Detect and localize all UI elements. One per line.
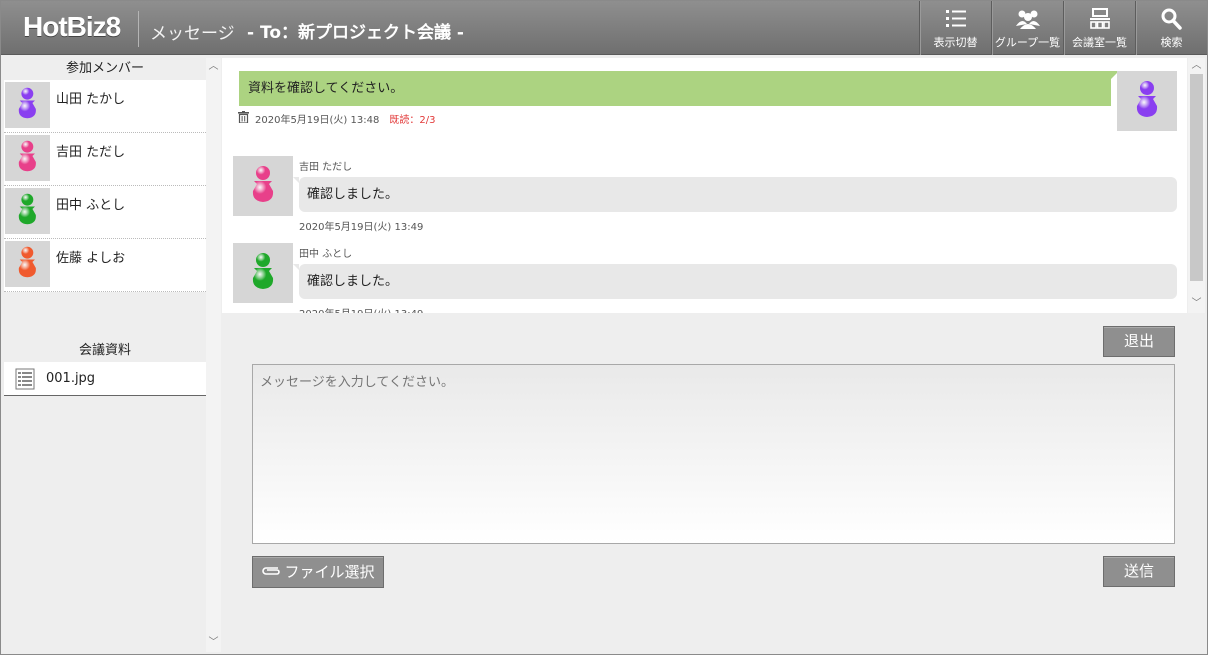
message-item: 田中 ふとし 確認しました。 2020年5月19日(火) 13:49 (232, 243, 1177, 313)
document-icon (15, 368, 35, 390)
member-item[interactable]: 佐藤 よしお (4, 239, 206, 292)
sender-name: 吉田 ただし (299, 162, 353, 173)
group-icon (1015, 7, 1041, 31)
member-avatar (5, 241, 50, 287)
member-name: 佐藤 よしお (56, 251, 126, 266)
document-item[interactable]: 001.jpg (4, 362, 206, 396)
toolbar: 表示切替 グループ一覧 会議室一覧 検索 (919, 1, 1207, 55)
meeting-room-list-button[interactable]: 会議室一覧 (1063, 1, 1135, 55)
own-avatar (1117, 71, 1177, 131)
message-list: 資料を確認してください。 2020年5月19日(火) 13:48 既読：2/3 … (222, 58, 1187, 313)
group-list-label: グループ一覧 (994, 36, 1061, 49)
scroll-up-arrow-icon[interactable]: ︿ (206, 60, 221, 74)
scroll-down-arrow-icon[interactable]: ﹀ (1189, 297, 1204, 311)
search-label: 検索 (1160, 36, 1183, 49)
person-icon (18, 245, 37, 283)
meeting-room-icon (1087, 7, 1113, 31)
person-icon (252, 164, 274, 208)
scroll-up-arrow-icon[interactable]: ︿ (1189, 59, 1204, 73)
message-item: 吉田 ただし 確認しました。 2020年5月19日(火) 13:49 (232, 156, 1177, 241)
app-logo: HotBiz8 (23, 11, 121, 42)
screen-name: メッセージ (150, 24, 235, 44)
member-name: 田中 ふとし (56, 198, 126, 213)
list-icon (943, 7, 969, 31)
member-name: 吉田 ただし (56, 145, 126, 160)
message-bubble: 確認しました。 (293, 264, 1177, 299)
person-icon (252, 251, 274, 295)
search-button[interactable]: 検索 (1135, 1, 1207, 55)
message-input[interactable] (252, 364, 1175, 544)
member-avatar (5, 188, 50, 234)
file-select-button[interactable]: ファイル選択 (252, 556, 384, 588)
person-icon (1136, 79, 1158, 123)
header-bar: HotBiz8 メッセージ - To：新プロジェクト会議 - 表示切替 グループ… (1, 1, 1207, 55)
member-item[interactable]: 吉田 ただし (4, 133, 206, 186)
scrollbar-thumb[interactable] (1190, 74, 1203, 281)
send-button[interactable]: 送信 (1103, 556, 1175, 587)
read-status[interactable]: 既読：2/3 (389, 111, 435, 126)
group-list-button[interactable]: グループ一覧 (991, 1, 1063, 55)
meeting-room-list-label: 会議室一覧 (1072, 36, 1127, 49)
header-divider (138, 11, 139, 47)
documents-heading: 会議資料 (78, 343, 131, 358)
member-item[interactable]: 田中 ふとし (4, 186, 206, 239)
sidebar: 参加メンバー 山田 たかし 吉田 ただし 田中 ふとし 佐藤 よしお 会議資料 001… (4, 58, 206, 652)
message-scrollbar[interactable]: ︿ ﹀ (1188, 58, 1205, 313)
member-avatar (5, 135, 50, 181)
members-heading: 参加メンバー (65, 61, 144, 76)
sender-avatar (233, 156, 293, 216)
view-toggle-label: 表示切替 (933, 36, 978, 49)
member-avatar (5, 82, 50, 128)
scroll-down-arrow-icon[interactable]: ﹀ (206, 636, 221, 650)
message-bubble: 確認しました。 (293, 177, 1177, 212)
person-icon (18, 192, 37, 230)
exit-button[interactable]: 退出 (1103, 326, 1175, 357)
own-message-meta: 2020年5月19日(火) 13:48 既読：2/3 (238, 111, 435, 126)
sidebar-scrollbar[interactable]: ︿ ﹀ (206, 58, 221, 652)
document-name: 001.jpg (46, 371, 96, 386)
member-item[interactable]: 山田 たかし (4, 80, 206, 133)
message-time: 2020年5月19日(火) 13:49 (299, 305, 423, 313)
person-icon (18, 139, 37, 177)
person-icon (18, 86, 37, 124)
search-icon (1159, 7, 1185, 31)
message-time: 2020年5月19日(火) 13:49 (299, 222, 424, 233)
sender-name: 田中 ふとし (299, 249, 353, 260)
trash-icon[interactable] (238, 111, 249, 126)
view-toggle-button[interactable]: 表示切替 (919, 1, 991, 55)
paperclip-icon (261, 557, 281, 587)
app-window: HotBiz8 メッセージ - To：新プロジェクト会議 - 表示切替 グループ… (0, 0, 1208, 655)
member-list: 山田 たかし 吉田 ただし 田中 ふとし 佐藤 よしお (4, 80, 206, 292)
member-name: 山田 たかし (56, 92, 126, 107)
own-message-bubble: 資料を確認してください。 (239, 71, 1119, 106)
sender-avatar (233, 243, 293, 303)
file-select-label: ファイル選択 (284, 563, 375, 581)
room-title: - To：新プロジェクト会議 - (247, 23, 464, 43)
own-message-time: 2020年5月19日(火) 13:48 (255, 115, 380, 126)
